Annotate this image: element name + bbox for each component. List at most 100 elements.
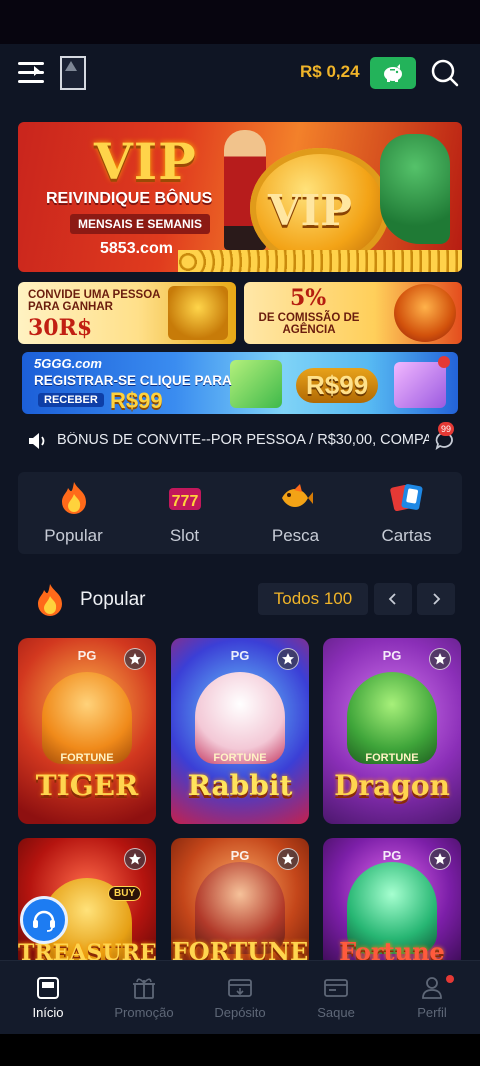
game-art (195, 672, 285, 764)
invite-text: CONVIDE UMA PESSOA PARA GANHAR (28, 289, 161, 313)
category-cartas[interactable]: Cartas (351, 472, 462, 554)
game-art (42, 672, 132, 764)
system-navigation-bar (0, 1034, 480, 1066)
site-logo-image[interactable] (60, 56, 86, 90)
user-icon (422, 977, 442, 999)
bonus-period-text: MENSAIS E SEMANIS (70, 214, 211, 234)
nav-inicio[interactable]: Início (0, 961, 96, 1034)
category-pesca[interactable]: Pesca (240, 472, 351, 554)
fire-icon (38, 584, 62, 616)
gift-box-graphic (394, 362, 446, 408)
invite-friend-banner[interactable]: CONVIDE UMA PESSOA PARA GANHAR 30R$ (18, 282, 236, 344)
category-label: Pesca (271, 526, 320, 545)
vip-title: VIP (94, 132, 197, 191)
nav-label: Saque (317, 1005, 355, 1020)
message-count-badge: 99 (438, 422, 455, 436)
game-art (347, 672, 437, 764)
game-card-fortune-snake[interactable]: PG Fortune (323, 838, 461, 968)
section-title: Popular (80, 589, 146, 610)
claim-bonus-text: REIVINDIQUE BÔNUS (46, 190, 213, 207)
game-name: Dragon (334, 769, 450, 802)
gift-icon (133, 978, 155, 999)
nav-perfil[interactable]: Perfil (384, 961, 480, 1034)
bottom-navigation: Início Promoção Depósito Saque Perfil (0, 960, 480, 1034)
game-card-fortune-tiger[interactable]: PG FORTUNE TIGER (18, 638, 156, 824)
receive-label: RECEBER (38, 393, 104, 407)
nav-label: Promoção (114, 1005, 174, 1020)
speaker-icon (29, 433, 45, 449)
fire-icon (62, 482, 86, 514)
top-header: R$ 0,24 (0, 44, 480, 106)
chevron-left-icon (388, 593, 396, 605)
nav-label: Início (32, 1005, 64, 1020)
invite-amount: 30R$ (28, 315, 93, 341)
category-label: Slot (169, 526, 200, 545)
favorite-star-icon[interactable] (124, 848, 146, 870)
buy-badge: BUY (108, 886, 142, 901)
game-card-fortune-dragon[interactable]: PG FORTUNE Dragon (323, 638, 461, 824)
game-name-prefix: FORTUNE (213, 752, 267, 764)
search-icon[interactable] (430, 58, 460, 88)
favorite-star-icon[interactable] (277, 848, 299, 870)
game-name-prefix: FORTUNE (60, 752, 114, 764)
nav-promocao[interactable]: Promoção (96, 961, 192, 1034)
favorite-star-icon[interactable] (429, 848, 451, 870)
wallet-deposit-button[interactable] (370, 57, 416, 89)
nav-label: Depósito (214, 1005, 266, 1020)
game-card-fortune-ox[interactable]: PG FORTUNE (171, 838, 309, 968)
home-icon (37, 977, 59, 999)
chevron-right-icon (433, 593, 441, 605)
category-popular[interactable]: Popular (18, 472, 129, 554)
nav-deposito[interactable]: Depósito (192, 961, 288, 1034)
balance-amount[interactable]: R$ 0,24 (300, 62, 360, 82)
register-value-small: R$99 (110, 388, 163, 413)
announcement-marquee[interactable]: BÔNUS DE CONVITE--POR PESSOA / R$30,00, … (0, 422, 480, 456)
category-slot[interactable]: 777 Slot (129, 472, 240, 554)
gift-box-graphic (230, 360, 282, 408)
fish-icon (282, 484, 313, 507)
favorite-star-icon[interactable] (429, 648, 451, 670)
register-text: REGISTRAR-SE CLIQUE PARA (34, 373, 232, 388)
view-all-button[interactable]: Todos 100 (258, 583, 368, 615)
agency-commission-banner[interactable]: 5% DE COMISSÃO DE AGÊNCIA (244, 282, 462, 344)
customer-support-button[interactable] (20, 896, 68, 944)
category-label: Popular (44, 526, 103, 545)
category-bar: Popular 777 Slot Pesca Cartas (18, 472, 462, 554)
svg-text:777: 777 (172, 493, 199, 510)
game-name-prefix: FORTUNE (365, 752, 419, 764)
menu-icon[interactable] (18, 60, 46, 86)
notification-dot (446, 975, 454, 983)
register-value-big: R$99 (296, 368, 379, 403)
slot-777-icon: 777 (169, 488, 201, 510)
commission-text: DE COMISSÃO DE AGÊNCIA (258, 312, 360, 336)
notification-dot (438, 356, 450, 368)
vip-bonus-banner[interactable]: VIP VIP REIVINDIQUE BÔNUS MENSAIS E SEMA… (18, 122, 462, 272)
game-name: Rabbit (187, 769, 293, 802)
nav-label: Perfil (417, 1005, 447, 1020)
previous-page-button[interactable] (374, 583, 412, 615)
withdraw-icon (324, 979, 348, 997)
announcement-text: BÔNUS DE CONVITE--POR PESSOA / R$30,00, … (57, 432, 429, 448)
piggy-bank-icon (384, 64, 402, 82)
game-name: TIGER (35, 769, 139, 802)
nav-saque[interactable]: Saque (288, 961, 384, 1034)
system-status-bar (0, 0, 480, 44)
headset-icon (33, 910, 55, 932)
register-brand: 5GGG.com (34, 356, 102, 371)
game-card-fortune-rabbit[interactable]: PG FORTUNE Rabbit (171, 638, 309, 824)
commission-percent: 5% (290, 285, 327, 311)
treasure-chest-graphic (168, 286, 228, 340)
coins-pile-graphic (178, 250, 462, 272)
deposit-icon (228, 979, 252, 997)
app-screen: R$ 0,24 VIP VIP REIVINDIQUE BÔNUS MENSAI… (0, 44, 480, 1034)
tiger-graphic (394, 284, 456, 342)
favorite-star-icon[interactable] (277, 648, 299, 670)
register-bonus-banner[interactable]: 5GGG.com REGISTRAR-SE CLIQUE PARA RECEBE… (22, 352, 458, 414)
popular-section-header: Popular Todos 100 (0, 580, 480, 620)
cards-icon (390, 484, 423, 512)
dragon-graphic (380, 134, 450, 244)
brand-domain-text: 5853.com (100, 240, 173, 257)
category-label: Cartas (381, 526, 432, 545)
next-page-button[interactable] (417, 583, 455, 615)
favorite-star-icon[interactable] (124, 648, 146, 670)
